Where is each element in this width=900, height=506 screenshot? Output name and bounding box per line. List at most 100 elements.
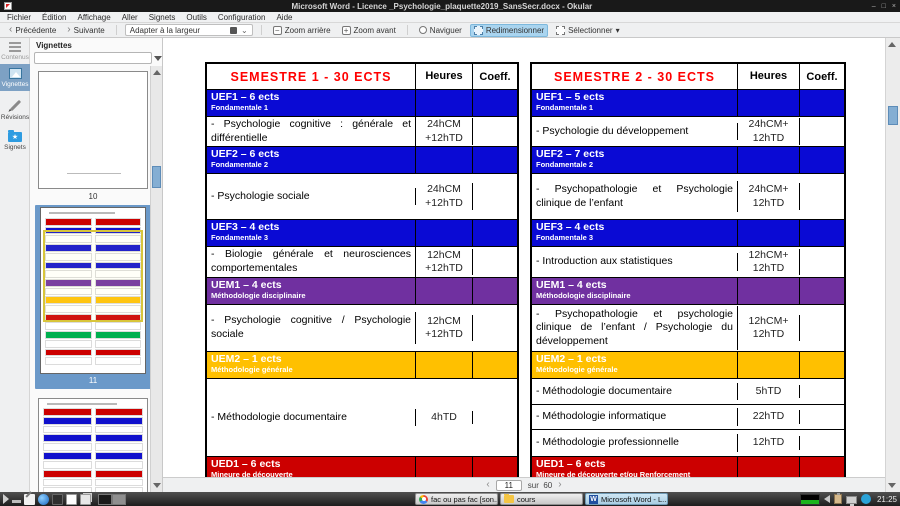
select-label: Sélectionner	[568, 25, 613, 35]
main-area: Contenus Vignettes Révisions ★ Signets V…	[0, 38, 900, 492]
semestre1-title: SEMESTRE 1 - 30 ECTS	[230, 69, 392, 84]
menu-affichage[interactable]: Affichage	[77, 13, 110, 22]
document-scroll-thumb[interactable]	[888, 106, 898, 125]
menu-aide[interactable]: Aide	[276, 13, 292, 22]
thumbnail-label-10: 10	[88, 192, 98, 201]
navigate-label: Naviguer	[429, 25, 462, 35]
coeff-header: Coeff.	[479, 70, 511, 83]
resize-label: Redimensionner	[485, 25, 545, 35]
semestre1-table: SEMESTRE 1 - 30 ECTS Heures Coeff. UEF1 …	[205, 62, 519, 483]
table-row: UEM1 – 4 ects Méthodologie disciplinaire	[207, 278, 517, 305]
messenger-icon[interactable]	[860, 494, 871, 504]
filemanager-launcher-icon[interactable]	[80, 493, 91, 505]
task-label: fac ou pas fac [son...	[431, 494, 498, 504]
menu-outils[interactable]: Outils	[186, 13, 206, 22]
zoom-out-button[interactable]: − Zoom arrière	[270, 25, 334, 36]
close-button[interactable]: ×	[892, 3, 896, 10]
workspace-2[interactable]	[112, 493, 126, 505]
sidebar-tabstrip: Contenus Vignettes Révisions ★ Signets	[0, 38, 30, 492]
chevron-left-icon: ‹	[9, 24, 13, 35]
sidebar-tab-contenus[interactable]: Contenus	[0, 38, 30, 64]
show-desktop-icon[interactable]	[12, 499, 21, 503]
clipboard-icon[interactable]	[833, 493, 842, 504]
sidebar-tab-revisions[interactable]: Révisions	[0, 91, 30, 124]
menu-aller[interactable]: Aller	[122, 13, 138, 22]
next-page-button[interactable]: › Suivante	[64, 25, 107, 36]
scroll-up-icon[interactable]	[153, 70, 161, 75]
table-row: - Méthodologie professionnelle 12hTD	[532, 430, 844, 457]
mini-caption-line	[47, 403, 117, 405]
workspace-1[interactable]	[98, 493, 112, 505]
scroll-down-icon[interactable]	[888, 483, 896, 488]
editor-launcher-icon[interactable]	[24, 493, 35, 505]
table-row: - Biologie générale et neurosciences com…	[207, 247, 517, 278]
menu-signets[interactable]: Signets	[149, 13, 176, 22]
document-scrollbar[interactable]	[885, 38, 900, 492]
menu-edition[interactable]: Édition	[42, 13, 66, 22]
browser-launcher-icon[interactable]	[38, 493, 49, 505]
thumbnail-page-11-selected[interactable]: 11	[35, 205, 151, 389]
semestre2-title: SEMESTRE 2 - 30 ECTS	[553, 69, 715, 84]
zoom-in-button[interactable]: + Zoom avant	[339, 25, 399, 36]
applications-menu-icon[interactable]	[3, 494, 9, 504]
zoom-mode-value: Adapter à la largeur	[129, 25, 201, 35]
taskbar-window-word-okular[interactable]: W Microsoft Word - L...	[585, 493, 668, 505]
previous-page-button[interactable]: ‹ Précédente	[6, 25, 59, 36]
panel-title: Vignettes	[36, 41, 72, 50]
thumbnails-icon	[8, 68, 22, 79]
cpu-graph-icon[interactable]	[799, 493, 820, 505]
table-row: UEF2 – 7 ects Fondamentale 2	[532, 147, 844, 174]
taskbar-window-chrome[interactable]: fac ou pas fac [son...	[415, 493, 498, 505]
okular-app-icon	[4, 2, 12, 10]
thumbnails-search-input[interactable]	[34, 52, 152, 64]
chrome-icon	[419, 494, 428, 504]
sidebar-tab-signets[interactable]: ★ Signets	[0, 124, 30, 154]
menu-fichier[interactable]: Fichier	[7, 13, 31, 22]
resize-tool-button[interactable]: Redimensionner	[469, 23, 549, 37]
scroll-down-icon[interactable]	[153, 483, 161, 488]
thumbnail-page-10[interactable]	[38, 71, 148, 189]
table-row: UEF3 – 4 ects Fondamentale 3	[207, 220, 517, 247]
volume-icon[interactable]	[823, 495, 830, 503]
chevron-right-icon: ›	[67, 24, 71, 35]
page-next-icon[interactable]: ›	[558, 480, 561, 490]
page-previous-icon[interactable]: ‹	[486, 480, 489, 490]
thumbnail-page-12[interactable]	[38, 398, 148, 492]
workspace-pager[interactable]	[98, 493, 126, 505]
panel-scroll-thumb[interactable]	[152, 166, 161, 188]
network-icon[interactable]	[845, 495, 857, 506]
document-launcher-icon[interactable]	[66, 493, 77, 505]
heures-header: Heures	[738, 64, 800, 89]
browse-hand-icon	[418, 26, 427, 34]
table-row: UEM2 – 1 ects Méthodologie générale	[532, 352, 844, 379]
document-view: SEMESTRE 1 - 30 ECTS Heures Coeff. UEF1 …	[163, 38, 900, 492]
filter-button[interactable]: ⌄	[154, 52, 162, 64]
viewport-rectangle[interactable]	[43, 230, 143, 322]
tab-label: Révisions	[0, 114, 30, 121]
terminal-launcher-icon[interactable]	[52, 493, 63, 505]
resize-icon	[473, 25, 483, 35]
navigate-tool-button[interactable]: Naviguer	[416, 25, 465, 36]
panel-scrollbar[interactable]	[150, 66, 162, 492]
sidebar-tab-vignettes[interactable]: Vignettes	[0, 64, 30, 91]
menu-configuration[interactable]: Configuration	[218, 13, 266, 22]
tab-label: Signets	[4, 144, 26, 151]
heures-header: Heures	[416, 64, 473, 89]
table-row: - Psychologie cognitive / Psychologie so…	[207, 305, 517, 352]
folder-icon	[504, 494, 514, 503]
thumbnail-page-11-preview	[40, 207, 146, 374]
table-row: - Méthodologie documentaire 5hTD	[532, 379, 844, 405]
minimize-button[interactable]: –	[872, 3, 876, 10]
table-row: - Méthodologie informatique 22hTD	[532, 405, 844, 430]
toolbar-separator	[406, 25, 408, 35]
current-page-input[interactable]: 11	[495, 479, 522, 491]
maximize-button[interactable]: □	[882, 3, 886, 10]
taskbar-window-cours[interactable]: cours	[500, 493, 583, 505]
mini-table-column	[43, 408, 92, 492]
clock: 21:25	[876, 494, 897, 504]
select-tool-button[interactable]: Sélectionner ▾	[553, 25, 623, 36]
table-row: - Méthodologie documentaire 4hTD	[207, 379, 517, 457]
scroll-up-icon[interactable]	[888, 42, 896, 47]
zoom-mode-select[interactable]: Adapter à la largeur ⌄	[124, 24, 253, 36]
mini-table-column	[94, 408, 143, 492]
